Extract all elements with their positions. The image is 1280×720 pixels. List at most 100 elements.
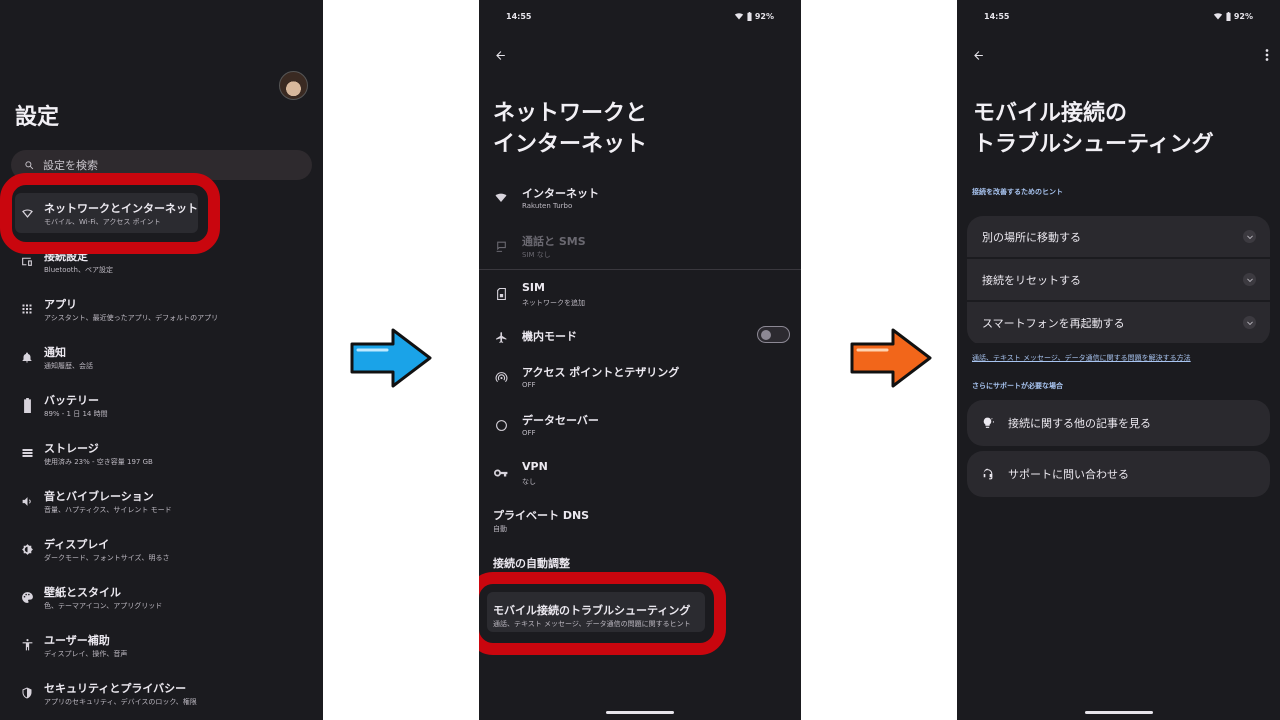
item-subtitle: Bluetooth、ペア設定 [44, 266, 113, 274]
network-item-calls-sms[interactable]: 通話と SMS SIM なし [479, 228, 801, 268]
search-placeholder: 設定を検索 [43, 159, 98, 172]
status-time: 14:55 [506, 12, 532, 21]
status-time: 14:55 [984, 12, 1010, 21]
item-title: 音とバイブレーション [44, 490, 154, 503]
data-saver-icon [493, 417, 509, 433]
network-item-vpn[interactable]: VPN なし [479, 455, 801, 495]
back-arrow-icon [973, 50, 983, 60]
display-icon [19, 541, 35, 557]
chevron-down-icon [1243, 316, 1256, 329]
network-item-hotspot[interactable]: アクセス ポイントとテザリング OFF [479, 359, 801, 399]
more-vert-icon [1265, 49, 1269, 61]
section-header-hints: 接続を改善するためのヒント [972, 188, 1063, 196]
network-item-mobile-troubleshooting[interactable]: モバイル接続のトラブルシューティング 通話、テキスト メッセージ、データ通信の問… [479, 597, 801, 637]
item-title: 壁紙とスタイル [44, 586, 121, 599]
back-arrow-icon [495, 50, 505, 60]
search-input[interactable]: 設定を検索 [11, 150, 312, 180]
settings-item-notifications[interactable]: 通知 通知履歴、会話 [0, 339, 323, 379]
item-title: インターネット [522, 187, 599, 200]
search-icon [25, 160, 34, 169]
sim-icon [493, 286, 509, 302]
bell-icon [19, 349, 35, 365]
title-line-2: トラブルシューティング [973, 132, 1214, 157]
item-title: プライベート DNS [493, 509, 590, 522]
vpn-icon [493, 465, 509, 481]
item-subtitle: アプリのセキュリティ、デバイスのロック、権限 [44, 698, 197, 706]
item-title: VPN [522, 460, 548, 473]
settings-item-apps[interactable]: アプリ アシスタント、最近使ったアプリ、デフォルトのアプリ [0, 291, 323, 331]
network-item-private-dns[interactable]: プライベート DNS 自動 [479, 502, 801, 542]
more-options-button[interactable] [1260, 44, 1274, 66]
shield-icon [19, 685, 35, 701]
wifi-icon [734, 13, 743, 20]
item-subtitle: 自動 [493, 525, 507, 533]
settings-screen: 設定 設定を検索 ネットワークとインターネット モバイル、Wi-Fi、アクセス … [0, 0, 323, 720]
accordion-label: スマートフォンを再起動する [982, 316, 1125, 330]
network-item-adaptive-connectivity[interactable]: 接続の自動調整 ON [479, 550, 801, 590]
battery-percent: 92% [754, 12, 774, 21]
devices-icon [19, 253, 35, 269]
item-title: SIM [522, 281, 545, 294]
battery-icon [747, 12, 752, 21]
item-subtitle: ディスプレイ、操作、音声 [44, 650, 128, 658]
title-line-2: インターネット [493, 132, 648, 157]
network-item-sim[interactable]: SIM ネットワークを追加 [479, 276, 801, 316]
divider [479, 269, 801, 270]
avatar[interactable] [279, 71, 308, 100]
item-subtitle: 通知履歴、会話 [44, 362, 93, 370]
settings-item-storage[interactable]: ストレージ 使用済み 23% - 空き容量 197 GB [0, 435, 323, 475]
contact-support-button[interactable]: サポートに問い合わせる [967, 451, 1270, 497]
network-item-data-saver[interactable]: データセーバー OFF [479, 407, 801, 447]
home-indicator[interactable] [1084, 711, 1153, 714]
item-title: 通話と SMS [522, 235, 586, 248]
item-subtitle: 通話、テキスト メッセージ、データ通信の問題に関するヒント [493, 620, 691, 628]
title-line-1: ネットワークと [493, 101, 648, 126]
item-title: データセーバー [522, 414, 599, 427]
home-indicator[interactable] [606, 711, 674, 714]
network-item-internet[interactable]: インターネット Rakuten Turbo [479, 180, 801, 220]
settings-item-sound[interactable]: 音とバイブレーション 音量、ハプティクス、サイレント モード [0, 483, 323, 523]
item-subtitle: 89% - 1 日 14 時間 [44, 410, 108, 418]
network-item-airplane-mode[interactable]: 機内モード [479, 319, 801, 359]
help-link[interactable]: 通話、テキスト メッセージ、データ通信に関する問題を解決する方法 [972, 353, 1191, 363]
storage-icon [19, 445, 35, 461]
accordion-reset-connection[interactable]: 接続をリセットする [967, 259, 1270, 300]
status-bar: 14:55 92% [957, 12, 1280, 26]
calls-sms-icon [493, 238, 509, 254]
battery-icon [1226, 12, 1231, 21]
item-title: アクセス ポイントとテザリング [522, 366, 680, 379]
settings-item-security[interactable]: セキュリティとプライバシー アプリのセキュリティ、デバイスのロック、権限 [0, 675, 323, 715]
settings-item-network[interactable]: ネットワークとインターネット モバイル、Wi-Fi、アクセス ポイント [0, 195, 323, 235]
accordion-label: 接続をリセットする [982, 273, 1081, 287]
lightbulb-icon [983, 417, 994, 428]
accordion-restart-phone[interactable]: スマートフォンを再起動する [967, 302, 1270, 343]
item-subtitle: OFF [522, 429, 536, 437]
chevron-down-icon [1243, 273, 1256, 286]
item-title: セキュリティとプライバシー [44, 682, 187, 695]
item-title: ストレージ [44, 442, 99, 455]
sound-icon [19, 493, 35, 509]
settings-item-display[interactable]: ディスプレイ ダークモード、フォントサイズ、明るさ [0, 531, 323, 571]
item-title: 接続の自動調整 [493, 557, 570, 570]
accordion-label: 別の場所に移動する [982, 230, 1081, 244]
page-title: 設定 [15, 105, 60, 130]
hotspot-icon [493, 369, 509, 385]
item-subtitle: OFF [522, 381, 536, 389]
palette-icon [19, 589, 35, 605]
settings-item-connected-devices[interactable]: 接続設定 Bluetooth、ペア設定 [0, 243, 323, 283]
card-label: サポートに問い合わせる [1008, 468, 1129, 481]
chevron-down-icon [1243, 230, 1256, 243]
settings-item-accessibility[interactable]: ユーザー補助 ディスプレイ、操作、音声 [0, 627, 323, 667]
item-title: モバイル接続のトラブルシューティング [493, 604, 691, 617]
card-label: 接続に関する他の記事を見る [1008, 417, 1151, 430]
apps-icon [19, 301, 35, 317]
accordion-move-location[interactable]: 別の場所に移動する [967, 216, 1270, 257]
settings-item-wallpaper[interactable]: 壁紙とスタイル 色、テーマアイコン、アプリグリッド [0, 579, 323, 619]
more-articles-button[interactable]: 接続に関する他の記事を見る [967, 400, 1270, 446]
page-title: ネットワークと インターネット [493, 98, 647, 160]
battery-icon [19, 397, 35, 413]
airplane-mode-toggle[interactable] [757, 326, 790, 343]
back-button[interactable] [967, 44, 989, 66]
settings-item-battery[interactable]: バッテリー 89% - 1 日 14 時間 [0, 387, 323, 427]
back-button[interactable] [489, 44, 511, 66]
